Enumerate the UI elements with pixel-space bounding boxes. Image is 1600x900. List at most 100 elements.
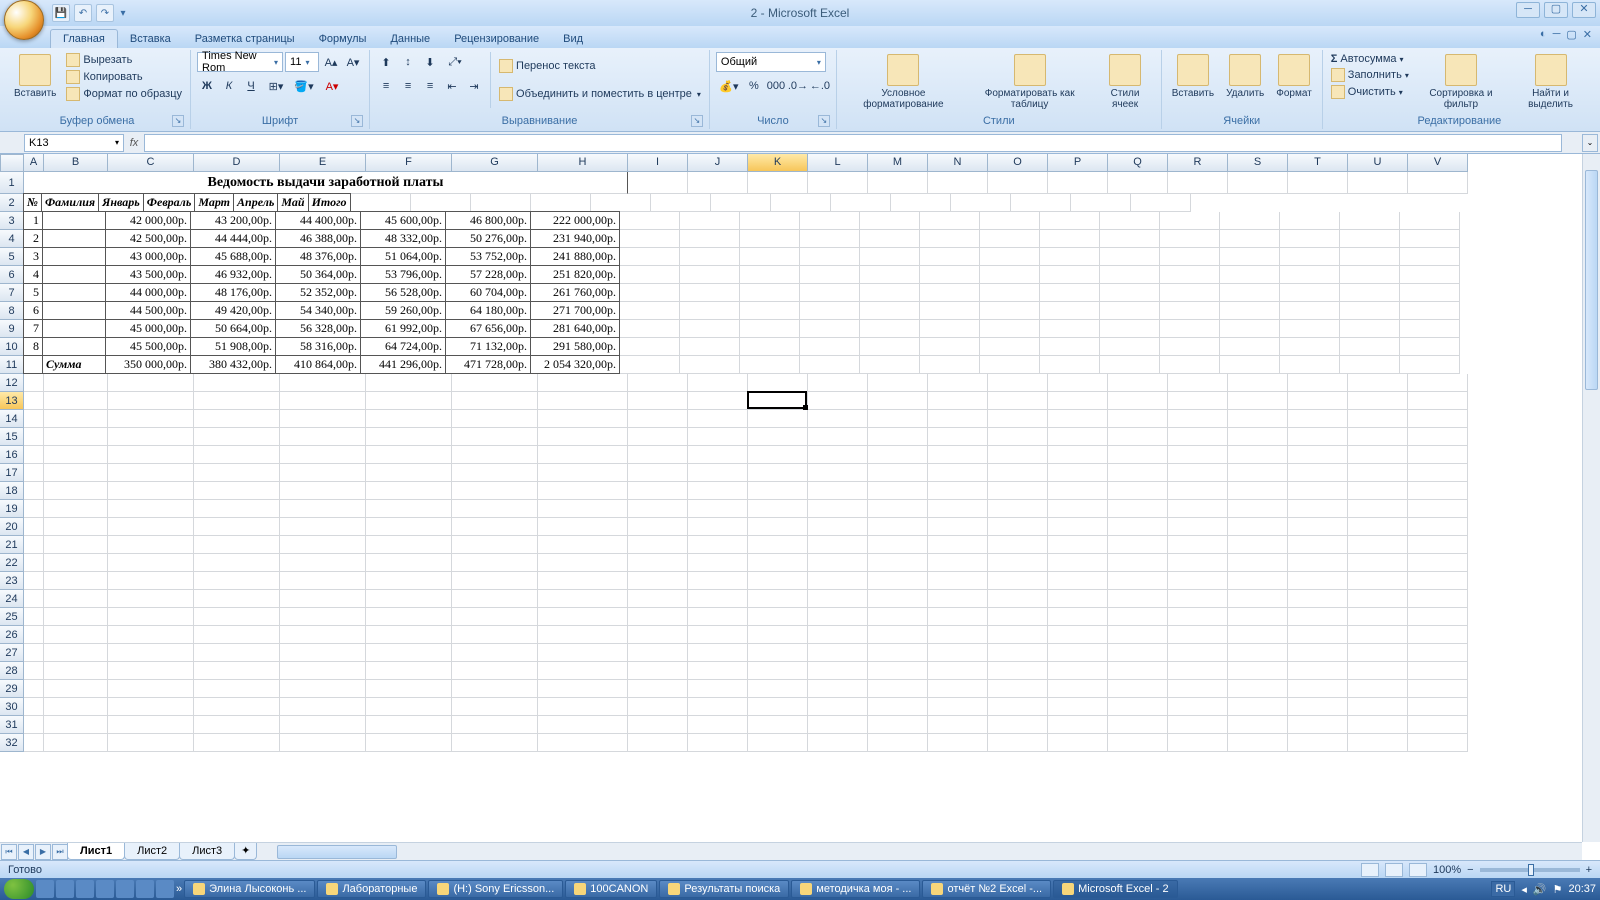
row-header[interactable]: 9	[0, 320, 24, 338]
cell[interactable]	[1108, 374, 1168, 392]
cell[interactable]	[1108, 172, 1168, 194]
cell[interactable]	[1220, 212, 1280, 230]
cell[interactable]	[688, 428, 748, 446]
cell[interactable]	[1340, 266, 1400, 284]
cell[interactable]	[24, 482, 44, 500]
cell[interactable]	[538, 572, 628, 590]
row-header[interactable]: 7	[0, 284, 24, 302]
cell[interactable]: 222 000,00р.	[530, 211, 620, 230]
cell[interactable]	[680, 356, 740, 374]
cell[interactable]	[280, 554, 366, 572]
cell[interactable]	[1348, 392, 1408, 410]
cell[interactable]	[194, 446, 280, 464]
cell[interactable]	[1408, 374, 1468, 392]
cell[interactable]	[928, 572, 988, 590]
clear-button[interactable]: Очистить▾	[1329, 84, 1411, 100]
cell[interactable]: 42 500,00р.	[105, 229, 191, 248]
row-header[interactable]: 31	[0, 716, 24, 734]
cell[interactable]	[194, 608, 280, 626]
cell[interactable]	[1040, 302, 1100, 320]
cell[interactable]: Ведомость выдачи заработной платы	[24, 172, 628, 194]
cell[interactable]	[1348, 464, 1408, 482]
cell[interactable]	[688, 518, 748, 536]
cell[interactable]: Май	[277, 193, 308, 212]
taskbar-quick-icon[interactable]	[116, 880, 134, 898]
cell[interactable]	[1348, 644, 1408, 662]
cell[interactable]	[1348, 536, 1408, 554]
cell[interactable]	[1340, 230, 1400, 248]
row-header[interactable]: 21	[0, 536, 24, 554]
taskbar-item[interactable]: Результаты поиска	[659, 880, 789, 898]
cell[interactable]	[366, 374, 452, 392]
cell[interactable]	[800, 248, 860, 266]
cell[interactable]: 410 864,00р.	[275, 355, 361, 374]
cell[interactable]: 56 328,00р.	[275, 319, 361, 338]
cell[interactable]	[808, 446, 868, 464]
cell[interactable]	[42, 283, 106, 302]
cell[interactable]	[194, 482, 280, 500]
row-header[interactable]: 18	[0, 482, 24, 500]
cell[interactable]	[868, 374, 928, 392]
cell[interactable]	[628, 428, 688, 446]
cell[interactable]	[748, 482, 808, 500]
column-header[interactable]: L	[808, 154, 868, 172]
row-header[interactable]: 6	[0, 266, 24, 284]
cell[interactable]	[1228, 500, 1288, 518]
cell[interactable]	[680, 338, 740, 356]
sheet-tab[interactable]: Лист1	[67, 843, 125, 860]
cell[interactable]	[452, 482, 538, 500]
sheet-tab[interactable]: Лист2	[124, 843, 180, 860]
sheet-nav-prev-icon[interactable]: ◀	[18, 844, 34, 860]
cell[interactable]	[860, 302, 920, 320]
start-button[interactable]	[4, 879, 34, 899]
cell[interactable]	[1408, 536, 1468, 554]
column-header[interactable]: N	[928, 154, 988, 172]
cell[interactable]	[1108, 446, 1168, 464]
cell[interactable]	[452, 716, 538, 734]
cell[interactable]	[1108, 644, 1168, 662]
cell[interactable]	[868, 392, 928, 410]
cell[interactable]: 7	[23, 319, 43, 338]
cell[interactable]	[1348, 698, 1408, 716]
cell[interactable]	[800, 302, 860, 320]
cell[interactable]	[1340, 284, 1400, 302]
cell[interactable]	[194, 734, 280, 752]
cell[interactable]	[628, 716, 688, 734]
column-header[interactable]: B	[44, 154, 108, 172]
cell[interactable]	[628, 734, 688, 752]
taskbar-quick-icon[interactable]	[156, 880, 174, 898]
cell[interactable]	[1108, 500, 1168, 518]
cell[interactable]	[620, 230, 680, 248]
cell[interactable]	[1220, 248, 1280, 266]
cell[interactable]	[452, 554, 538, 572]
cell[interactable]	[44, 464, 108, 482]
cell[interactable]	[928, 644, 988, 662]
cell[interactable]	[920, 212, 980, 230]
cell[interactable]	[1288, 410, 1348, 428]
cell[interactable]	[688, 698, 748, 716]
cell[interactable]	[1168, 172, 1228, 194]
cell[interactable]	[1048, 410, 1108, 428]
cell[interactable]	[1168, 716, 1228, 734]
cell[interactable]	[1228, 172, 1288, 194]
cell[interactable]	[688, 172, 748, 194]
cell[interactable]	[628, 698, 688, 716]
cell[interactable]	[366, 392, 452, 410]
cell[interactable]	[1400, 230, 1460, 248]
cell[interactable]	[1288, 608, 1348, 626]
cell[interactable]	[44, 374, 108, 392]
cell[interactable]: 71 132,00р.	[445, 337, 531, 356]
cell[interactable]	[680, 212, 740, 230]
cell[interactable]	[748, 644, 808, 662]
cell[interactable]	[928, 626, 988, 644]
orientation-icon[interactable]: ⤢▾	[442, 52, 468, 72]
cell[interactable]	[1048, 608, 1108, 626]
percent-icon[interactable]: %	[744, 76, 764, 96]
cell[interactable]	[194, 374, 280, 392]
cell[interactable]	[868, 608, 928, 626]
cell[interactable]	[1228, 662, 1288, 680]
column-header[interactable]: S	[1228, 154, 1288, 172]
cell[interactable]: 44 444,00р.	[190, 229, 276, 248]
cell[interactable]	[108, 716, 194, 734]
cell[interactable]	[980, 356, 1040, 374]
